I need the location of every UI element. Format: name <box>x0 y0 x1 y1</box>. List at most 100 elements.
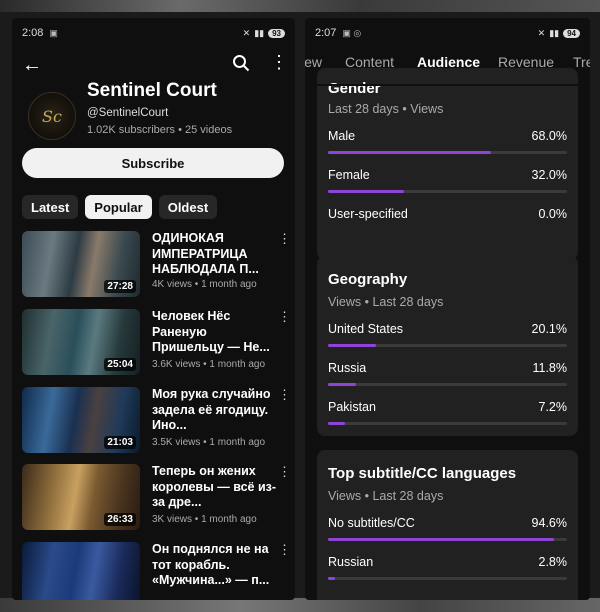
geography-row: Pakistan 7.2% <box>328 400 567 430</box>
row-value: 7.2% <box>538 400 568 414</box>
top-app-bar: ← ⋮ <box>12 52 295 82</box>
subtitle-language-row: Russian 2.8% <box>328 555 567 585</box>
row-value: 11.8% <box>532 361 567 375</box>
subtitles-card: Top subtitle/CC languages Views • Last 2… <box>317 450 578 600</box>
gender-row: User-specified 0.0% <box>328 207 567 237</box>
bar-fill <box>328 383 357 386</box>
row-label: Russia <box>328 361 367 375</box>
chip-oldest[interactable]: Oldest <box>158 195 218 219</box>
row-label: Russian <box>328 555 374 569</box>
video-duration: 26:33 <box>104 513 136 526</box>
gender-row: Male 68.0% <box>328 129 567 159</box>
channel-avatar[interactable]: Sc <box>28 92 76 140</box>
more-vert-icon[interactable]: ⋮ <box>270 52 288 73</box>
video-more-icon[interactable]: ⋮ <box>278 387 291 403</box>
video-item[interactable]: Он поднялся не на тот корабль. «Мужчина.… <box>22 542 291 600</box>
back-arrow-icon[interactable]: ← <box>22 54 42 77</box>
channel-name: Sentinel Court <box>87 80 217 101</box>
gender-card: Gender Last 28 days • Views Male 68.0% F… <box>317 68 578 260</box>
subscribe-button[interactable]: Subscribe <box>22 148 284 178</box>
card-subtitle: Views • Last 28 days <box>328 489 444 503</box>
photo-frame-bottom <box>0 598 600 612</box>
video-title[interactable]: Моя рука случайно задела её ягодицу. Ино… <box>152 387 278 434</box>
card-subtitle: Last 28 days • Views <box>328 102 444 116</box>
video-thumbnail[interactable]: 27:28 <box>22 231 140 297</box>
video-title[interactable]: Он поднялся не на тот корабль. «Мужчина.… <box>152 542 278 589</box>
video-thumbnail[interactable]: 25:04 <box>22 309 140 375</box>
video-meta: 3.6K views • 1 month ago <box>152 359 266 370</box>
row-label: Pakistan <box>328 400 376 414</box>
video-more-icon[interactable]: ⋮ <box>278 231 291 247</box>
row-value: 94.6% <box>531 516 567 530</box>
status-time: 2:08 <box>22 27 44 39</box>
card-subtitle: Views • Last 28 days <box>328 295 444 309</box>
video-duration: 27:28 <box>104 280 136 293</box>
video-more-icon[interactable]: ⋮ <box>278 542 291 558</box>
bar-fill <box>328 190 405 193</box>
channel-stats: 1.02K subscribers • 25 videos <box>87 124 233 136</box>
mute-icon: ✕ <box>242 27 251 38</box>
search-icon[interactable] <box>232 54 250 72</box>
video-more-icon[interactable]: ⋮ <box>278 309 291 325</box>
video-meta: 3.5K views • 1 month ago <box>152 437 266 448</box>
status-time: 2:07 <box>315 27 337 39</box>
status-icons: ✕ ▮▮ 93 <box>243 28 285 39</box>
status-bar: 2:07 ▣ ◎ ✕ ▮▮ 94 <box>305 18 590 48</box>
status-icons: ✕ ▮▮ 94 <box>538 28 580 39</box>
bar-fill <box>328 538 555 541</box>
row-label: United States <box>328 322 404 336</box>
row-label: Male <box>328 129 356 143</box>
screenshot-icon: ▣ <box>49 27 58 38</box>
video-item[interactable]: 27:28 ОДИНОКАЯ ИМПЕРАТРИЦА НАБЛЮДАЛА П..… <box>22 231 291 297</box>
row-value: 68.0% <box>531 129 567 143</box>
channel-handle: @SentinelCourt <box>87 107 169 119</box>
screenshot-icon: ▣ ◎ <box>342 27 362 38</box>
video-more-icon[interactable]: ⋮ <box>278 464 291 480</box>
video-thumbnail[interactable]: 26:33 <box>22 464 140 530</box>
video-title[interactable]: Человек Нёс Раненую Пришельцу — Не... <box>152 309 278 356</box>
video-thumbnail[interactable] <box>22 542 140 600</box>
tab-overview[interactable]: iew <box>305 54 322 70</box>
row-label: User-specified <box>328 207 408 221</box>
chip-latest[interactable]: Latest <box>22 195 79 219</box>
row-value: 2.8% <box>538 555 568 569</box>
video-thumbnail[interactable]: 21:03 <box>22 387 140 453</box>
gender-row: Female 32.0% <box>328 168 567 198</box>
geography-card: Geography Views • Last 28 days United St… <box>317 256 578 436</box>
card-title: Top subtitle/CC languages <box>328 465 517 482</box>
sort-chips: Latest Popular Oldest <box>22 195 218 219</box>
video-title[interactable]: ОДИНОКАЯ ИМПЕРАТРИЦА НАБЛЮДАЛА П... <box>152 231 278 278</box>
video-item[interactable]: 26:33 Теперь он жених королевы — всё из-… <box>22 464 291 530</box>
bar-fill <box>328 151 491 154</box>
video-meta: 4K views • 1 month ago <box>152 279 257 290</box>
mute-icon: ✕ <box>537 27 546 38</box>
bar-fill <box>328 344 377 347</box>
chip-popular[interactable]: Popular <box>85 195 152 219</box>
battery-level: 94 <box>563 28 580 38</box>
battery-level: 93 <box>268 28 285 38</box>
row-value: 32.0% <box>531 168 567 182</box>
analytics-screen: 2:07 ▣ ◎ ✕ ▮▮ 94 iew Content Audience Re… <box>305 18 590 600</box>
card-title: Geography <box>328 271 408 288</box>
bar-fill <box>328 422 346 425</box>
video-duration: 25:04 <box>104 358 136 371</box>
video-item[interactable]: 25:04 Человек Нёс Раненую Пришельцу — Не… <box>22 309 291 375</box>
row-label: Female <box>328 168 370 182</box>
signal-icon: ▮▮ <box>254 27 265 38</box>
signal-icon: ▮▮ <box>549 27 560 38</box>
status-bar: 2:08 ▣ ✕ ▮▮ 93 <box>12 18 295 48</box>
video-meta: 3K views • 1 month ago <box>152 514 257 525</box>
video-item[interactable]: 21:03 Моя рука случайно задела её ягодиц… <box>22 387 291 453</box>
tab-trends[interactable]: Tre <box>573 54 590 70</box>
photo-frame-top <box>0 0 600 12</box>
row-value: 0.0% <box>538 207 568 221</box>
geography-row: United States 20.1% <box>328 322 567 352</box>
channel-screen: 2:08 ▣ ✕ ▮▮ 93 ← ⋮ Sc Sentinel Court @Se… <box>12 18 295 600</box>
video-duration: 21:03 <box>104 436 136 449</box>
video-title[interactable]: Теперь он жених королевы — всё из-за дре… <box>152 464 278 511</box>
card-title: Gender <box>328 80 381 97</box>
row-label: No subtitles/CC <box>328 516 415 530</box>
subtitle-language-row: No subtitles/CC 94.6% <box>328 516 567 546</box>
bar-fill <box>328 577 335 580</box>
geography-row: Russia 11.8% <box>328 361 567 391</box>
